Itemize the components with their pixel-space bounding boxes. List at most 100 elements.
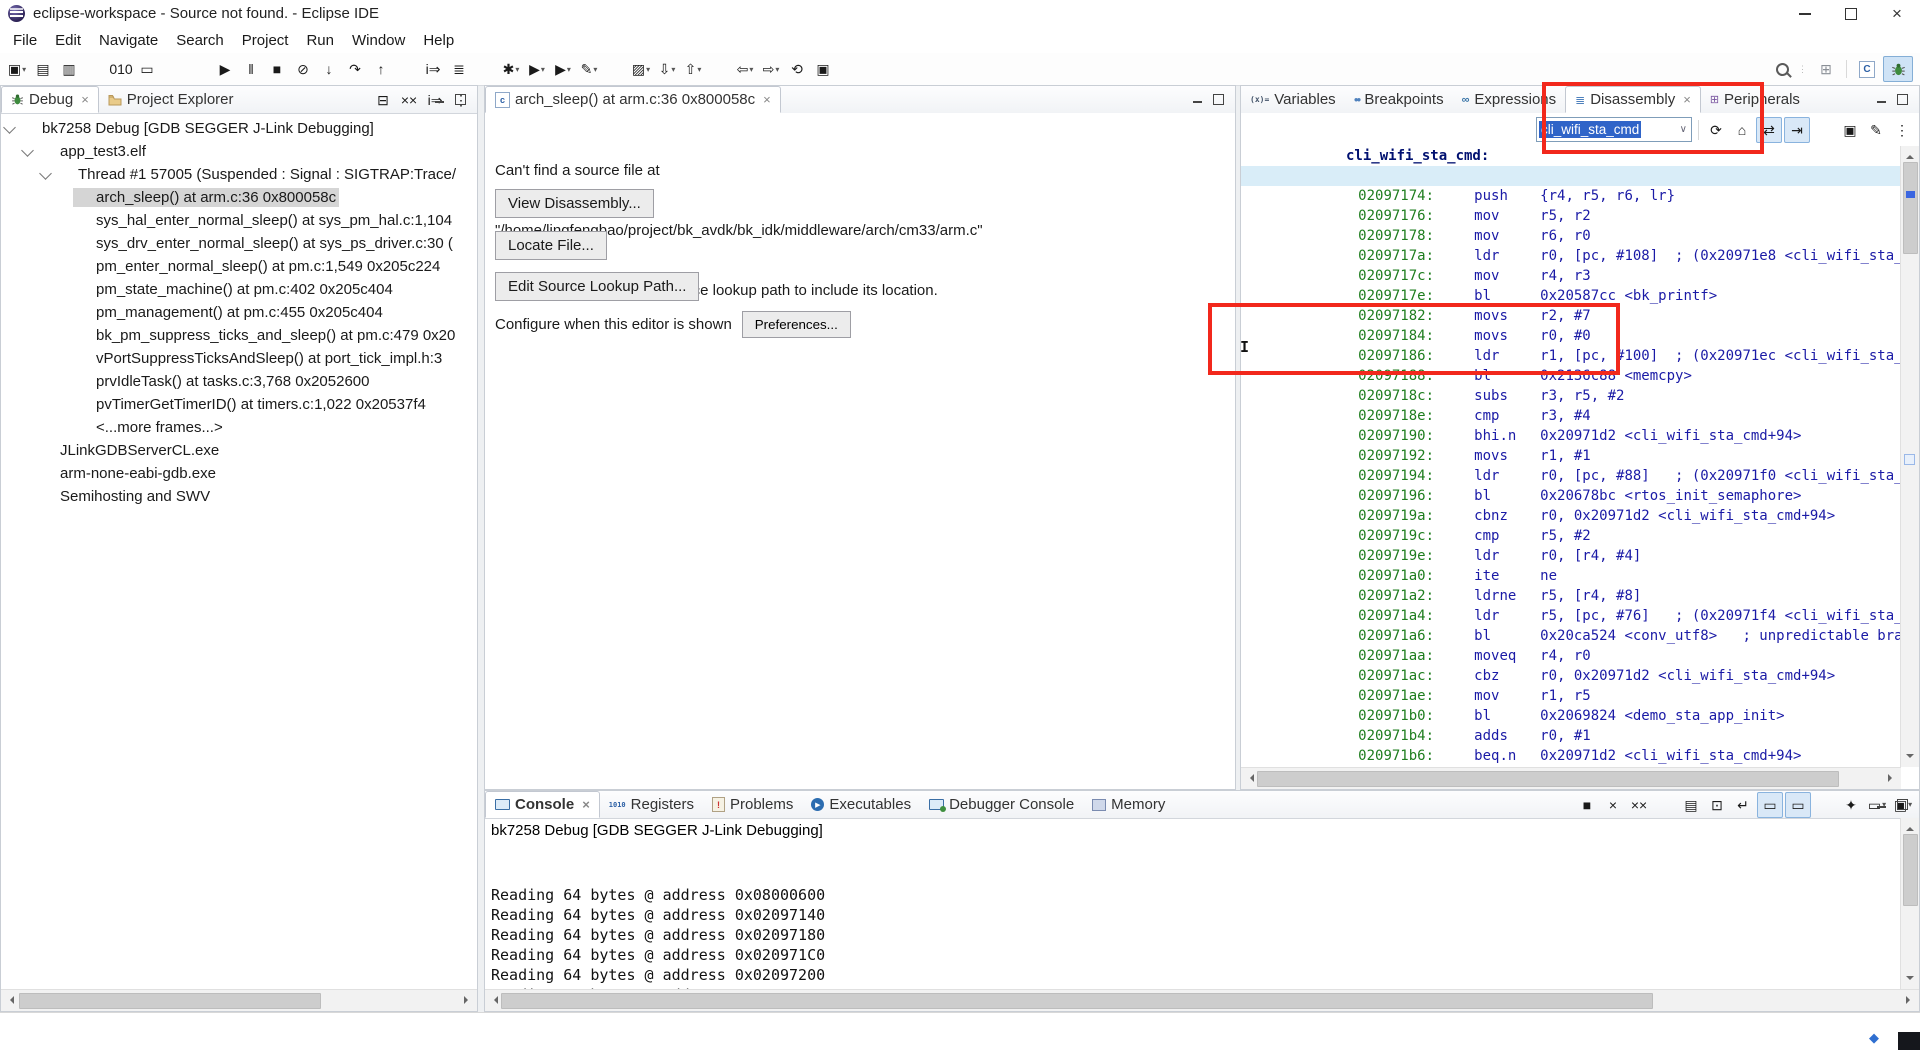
toolbar-icon[interactable]: ⇨▾ [759,57,783,81]
edit-source-lookup-path-button[interactable]: Edit Source Lookup Path... [495,272,699,301]
toolbar-icon[interactable]: ▾ [395,57,419,81]
debug-perspective-icon[interactable] [1883,56,1913,82]
toolbar-icon[interactable]: ▶▾ [213,57,237,81]
debug-tree-item[interactable]: arch_sleep() at arm.c:36 0x800058c [1,186,477,209]
close-icon[interactable]: × [81,92,89,107]
toolbar-icon[interactable]: ⟲▾ [785,57,809,81]
tab-console[interactable]: Console × [485,791,600,818]
menu-item[interactable]: Edit [46,29,90,52]
toolbar-icon[interactable]: ▣▾ [5,57,29,81]
tab-breakpoints[interactable]: ●● Breakpoints [1345,86,1453,113]
minimize-window-button[interactable] [1782,0,1828,27]
disassembly-line[interactable]: 02097174:push{r4, r5, r6, lr} [1241,166,1901,186]
tab-executables[interactable]: ▶ Executables [802,791,920,818]
open-perspective-icon[interactable]: ⊞ [1812,57,1840,81]
debug-tree-item[interactable]: pvTimerGetTimerID() at timers.c:1,022 0x… [1,393,477,416]
debug-tree-item[interactable]: sys_drv_enter_normal_sleep() at sys_ps_d… [1,232,477,255]
toolbar-icon[interactable]: ▶▾ [525,57,549,81]
toolbar-icon[interactable]: ⊘▾ [291,57,315,81]
toolbar-icon[interactable]: ≣▾ [447,57,471,81]
console-output[interactable]: Reading 64 bytes @ address 0x08000600Rea… [491,845,1899,989]
minimize-view-icon[interactable] [435,98,444,103]
close-icon[interactable]: × [1683,92,1691,107]
console-toolbar-icon[interactable]: ⊡▾ [1705,793,1729,817]
disassembly-toolbar-icon[interactable]: ⇄ [1756,117,1782,143]
disassembly-toolbar-icon[interactable]: ⇥ [1784,117,1810,143]
debug-tree-item[interactable]: pm_state_machine() at pm.c:402 0x205c404 [1,278,477,301]
maximize-view-icon[interactable] [1213,94,1224,105]
toolbar-icon[interactable]: i⇒▾ [421,57,445,81]
toolbar-icon[interactable]: ▾ [603,57,627,81]
disassembly-toolbar-icon[interactable]: ✎ [1864,118,1888,142]
toolbar-icon[interactable]: ⇩▾ [655,57,679,81]
disassembly-toolbar-icon[interactable]: ⋮ [1890,118,1914,142]
console-vertical-scrollbar[interactable] [1900,818,1919,989]
chevron-down-icon[interactable]: ∨ [1676,124,1691,135]
toolbar-icon[interactable]: ▾ [707,57,731,81]
debug-tree-item[interactable]: app_test3.elf [1,140,477,163]
menu-item[interactable]: Help [414,29,463,52]
toolbar-icon[interactable]: ■▾ [265,57,289,81]
console-toolbar-icon[interactable]: ×▾ [1601,793,1625,817]
toolbar-icon[interactable]: ▨▾ [629,57,653,81]
toolbar-icon[interactable]: ✱▾ [499,57,523,81]
console-toolbar-icon[interactable]: ▾ [1813,793,1837,817]
disassembly-toolbar-icon[interactable]: ⌂ [1730,118,1754,142]
view-disassembly-button[interactable]: View Disassembly... [495,189,654,218]
debug-tree-item[interactable]: prvIdleTask() at tasks.c:3,768 0x2052600 [1,370,477,393]
debug-horizontal-scrollbar[interactable] [1,989,477,1011]
maximize-window-button[interactable] [1828,0,1874,27]
menu-item[interactable]: Navigate [90,29,167,52]
tab-debugger-console[interactable]: Debugger Console [920,791,1083,818]
console-toolbar-icon[interactable]: ▾ [1653,793,1677,817]
notification-icon[interactable]: ◆ [1866,1030,1882,1046]
debug-tree-item[interactable]: Semihosting and SWV [1,485,477,508]
tab-debug[interactable]: Debug × [1,86,99,113]
close-window-button[interactable]: × [1874,0,1920,27]
tab-project-explorer[interactable]: Project Explorer [99,86,243,113]
console-toolbar-icon[interactable]: ✦▾ [1839,793,1863,817]
debug-tree-item[interactable]: sys_hal_enter_normal_sleep() at sys_pm_h… [1,209,477,232]
minimize-view-icon[interactable] [1193,98,1202,103]
close-icon[interactable]: × [582,797,590,812]
tab-problems[interactable]: ! Problems [703,791,802,818]
disassembly-toolbar-icon[interactable]: ▣ [1838,118,1862,142]
debug-tree-item[interactable]: pm_enter_normal_sleep() at pm.c:1,549 0x… [1,255,477,278]
tab-peripherals[interactable]: ⊞ Peripherals [1701,86,1809,113]
disassembly-toolbar-icon[interactable] [1812,118,1836,142]
view-toolbar-icon[interactable]: ⊟ [371,88,395,112]
locate-file-button[interactable]: Locate File... [495,231,607,260]
debug-tree-item[interactable]: <...more frames...> [1,416,477,439]
console-toolbar-icon[interactable]: ▭▾ [1757,792,1783,818]
menu-item[interactable]: File [4,29,46,52]
menu-item[interactable]: Project [233,29,298,52]
maximize-view-icon[interactable] [1897,94,1908,105]
close-icon[interactable]: × [763,92,771,107]
menu-item[interactable]: Window [343,29,414,52]
toolbar-icon[interactable]: 010▾ [109,57,133,81]
console-toolbar-icon[interactable]: ■▾ [1575,793,1599,817]
disassembly-toolbar-icon[interactable]: ⟳ [1704,118,1728,142]
preferences-button[interactable]: Preferences... [742,311,851,338]
toolbar-icon[interactable]: ‖▾ [239,57,263,81]
toolbar-icon[interactable]: ⇦▾ [733,57,757,81]
toolbar-icon[interactable]: ▾ [83,57,107,81]
tab-variables[interactable]: (x)= Variables [1241,86,1345,113]
toolbar-icon[interactable]: ▾ [161,57,185,81]
console-toolbar-icon[interactable]: ××▾ [1627,793,1651,817]
toolbar-icon[interactable]: ▾ [473,57,497,81]
maximize-view-icon[interactable] [1897,799,1908,810]
disassembly-horizontal-scrollbar[interactable] [1241,767,1901,789]
expander-icon[interactable] [39,167,52,180]
toolbar-icon[interactable]: ⇧▾ [681,57,705,81]
debug-tree-item[interactable]: JLinkGDBServerCL.exe [1,439,477,462]
minimize-view-icon[interactable] [1877,803,1886,808]
toolbar-icon[interactable]: ✎▾ [577,57,601,81]
console-toolbar-icon[interactable]: ▭▾ [1785,792,1811,818]
tab-registers[interactable]: 1010 Registers [600,791,703,818]
cpp-perspective-icon[interactable]: C [1853,57,1881,81]
toolbar-icon[interactable]: ▾ [187,57,211,81]
view-toolbar-icon[interactable]: ×× [397,88,421,112]
toolbar-icon[interactable]: ▥▾ [57,57,81,81]
address-combo[interactable]: cli_wifi_sta_cmd ∨ [1536,117,1692,142]
